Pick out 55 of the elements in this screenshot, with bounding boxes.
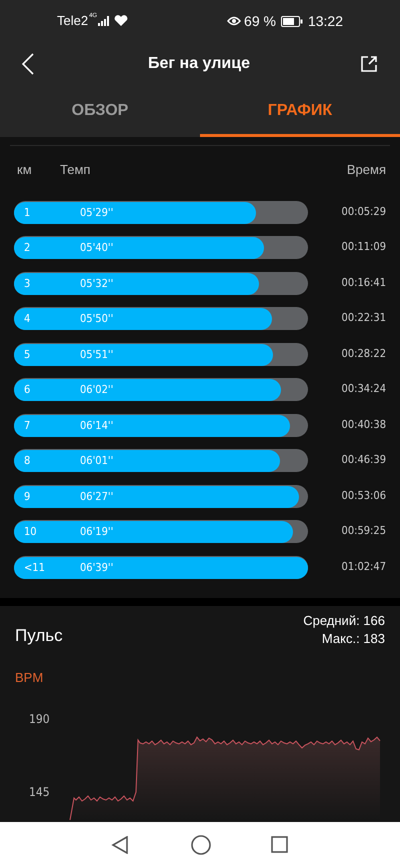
split-time: 00:53:06 — [340, 488, 386, 504]
km-number: 6 — [24, 382, 30, 398]
back-nav-button[interactable] — [111, 834, 131, 854]
km-number: <11 — [24, 560, 45, 576]
km-number: 5 — [24, 346, 30, 362]
unit-label: BPM — [15, 669, 44, 687]
column-header: Темп — [60, 161, 92, 180]
km-number: 7 — [24, 418, 30, 434]
split-time: 00:16:41 — [340, 274, 386, 291]
average-pulse: Средний: 166 — [303, 612, 385, 630]
pace-value: 05'29'' — [80, 204, 114, 220]
battery-icon — [280, 16, 303, 26]
pace-value: 06'01'' — [80, 453, 114, 469]
pace-value: 06'14'' — [80, 418, 114, 434]
split-time: 00:22:31 — [340, 310, 386, 326]
km-number: 10 — [24, 524, 37, 540]
column-header: км — [16, 161, 33, 180]
km-number: 2 — [24, 240, 30, 256]
pace-value: 05'32'' — [80, 276, 114, 292]
tab[interactable]: ОБЗОР — [0, 85, 200, 137]
pace-value: 05'40'' — [80, 240, 114, 256]
share-button[interactable] — [360, 54, 378, 72]
km-number: 8 — [24, 453, 30, 469]
clock-time: 13:22 — [308, 12, 343, 30]
pace-value: 05'51'' — [80, 346, 114, 362]
heart-icon — [114, 15, 128, 27]
recents-nav-button[interactable] — [271, 836, 289, 854]
battery-percent: 69 % — [244, 12, 276, 30]
axis-tick-label: 145 — [29, 784, 50, 801]
split-time: 00:28:22 — [340, 346, 386, 362]
km-number: 1 — [24, 204, 30, 220]
split-time: 00:11:09 — [340, 239, 386, 256]
pace-value: 06'02'' — [80, 382, 114, 398]
page-title: Бег на улице — [147, 54, 251, 74]
max-pulse: Макс.: 183 — [322, 630, 385, 648]
split-time: 00:46:39 — [340, 452, 386, 468]
carrier-name: Tele2 — [57, 12, 88, 30]
km-number: 9 — [24, 488, 30, 504]
km-number: 3 — [24, 276, 30, 292]
section-title: Пульс — [15, 625, 63, 647]
home-nav-button[interactable] — [191, 834, 211, 854]
signal-icon — [98, 16, 110, 26]
split-time: 00:40:38 — [340, 416, 386, 433]
axis-tick-label: 190 — [29, 711, 50, 728]
split-time: 01:02:47 — [340, 558, 386, 575]
column-header: Время — [346, 161, 386, 180]
km-number: 4 — [24, 311, 30, 327]
pace-value: 06'19'' — [80, 524, 114, 540]
eye-icon — [227, 16, 242, 26]
pace-value: 06'27'' — [80, 488, 114, 504]
pace-value: 05'50'' — [80, 311, 114, 327]
split-time: 00:05:29 — [340, 204, 386, 220]
pace-value: 06'39'' — [80, 560, 114, 576]
split-time: 00:34:24 — [340, 381, 386, 398]
split-time: 00:59:25 — [340, 523, 386, 540]
